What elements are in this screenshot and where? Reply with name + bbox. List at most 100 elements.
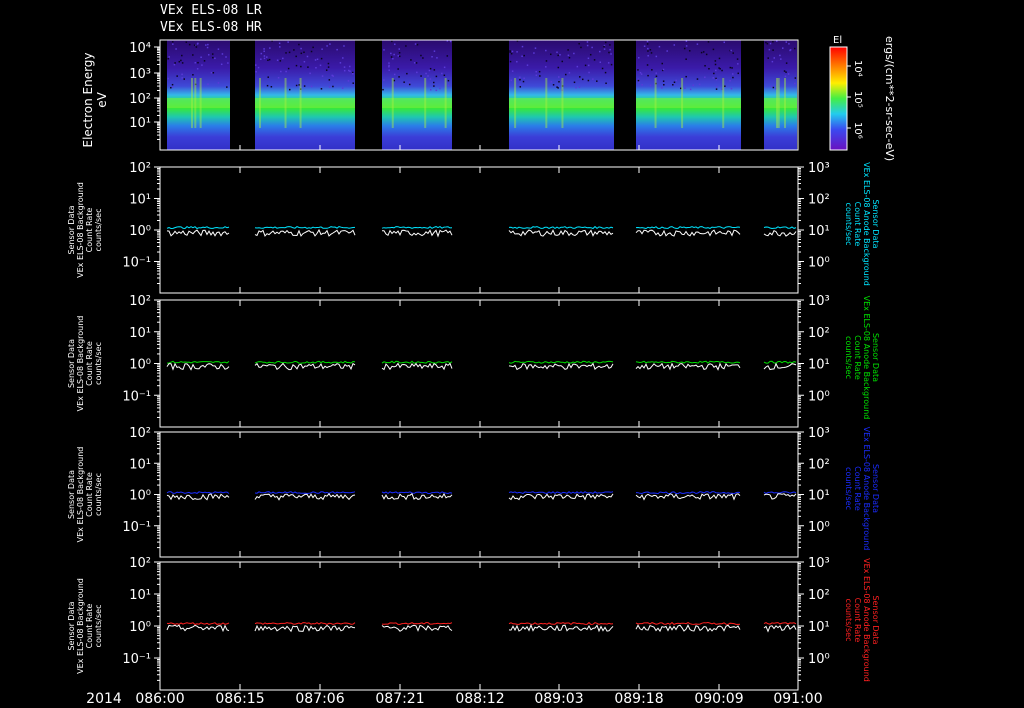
series-line-4-1 xyxy=(635,624,741,633)
colorbar-tick-label: 10⁴ xyxy=(852,60,863,77)
spectrogram-pixel xyxy=(603,45,605,48)
spectrogram-pixel xyxy=(310,85,313,88)
spectrogram-pixel xyxy=(675,79,677,82)
panel-right-tick-label: 10⁰ xyxy=(808,652,830,667)
spectrogram-pixel xyxy=(715,78,718,81)
spectrogram-pixel xyxy=(732,52,734,54)
spectrogram-pixel xyxy=(510,52,513,55)
spectrogram-pixel xyxy=(393,73,396,76)
series-line-1-0 xyxy=(166,225,230,230)
spectrogram-peak-band xyxy=(167,98,230,108)
spectrogram-pixel xyxy=(704,64,706,67)
panel-right-ylabel: Sensor Data xyxy=(871,333,880,382)
panel-right-tick-label: 10¹ xyxy=(808,358,830,373)
spectrogram-pixel xyxy=(314,59,317,61)
spectrogram-pixel xyxy=(647,55,649,57)
spectrogram-pixel xyxy=(685,58,687,60)
series-line-2-0 xyxy=(508,360,614,364)
spectrogram-pixel xyxy=(217,82,220,84)
spectrogram-pixel xyxy=(388,69,390,71)
panel-left-ylabel: Count Rate xyxy=(85,341,94,386)
spectrogram-pixel xyxy=(435,89,438,92)
spectrogram-pixel xyxy=(794,77,797,79)
spectrogram-pixel xyxy=(325,69,328,71)
spectrogram-pixel xyxy=(225,56,227,58)
series-line-4-0 xyxy=(635,621,741,625)
spectrogram-pixel xyxy=(550,81,553,83)
spectrogram-pixel xyxy=(689,88,692,91)
spectrogram-pixel xyxy=(178,60,181,63)
panel-right-tick-label: 10¹ xyxy=(808,224,830,239)
spectrogram-segment xyxy=(167,40,230,150)
spectrogram-pixel xyxy=(397,55,400,57)
spectrogram-pixel xyxy=(171,86,174,88)
spectrogram-pixel xyxy=(332,85,334,88)
spectrogram-pixel xyxy=(339,62,342,64)
spectrogram-pixel xyxy=(526,64,529,66)
spectrogram-pixel xyxy=(646,40,649,43)
spectrogram-pixel xyxy=(523,54,525,57)
spectrogram-pixel xyxy=(661,87,663,89)
spectrogram-pixel xyxy=(303,60,306,63)
spectrogram-pixel xyxy=(176,75,178,77)
spectrogram-pixel xyxy=(349,65,351,68)
spectrogram-pixel xyxy=(414,43,417,45)
spectrogram-pixel xyxy=(773,57,776,59)
spectrogram-pixel xyxy=(661,62,663,65)
panel-right-ylabel: counts/sec xyxy=(844,203,853,246)
spectrogram-pixel xyxy=(203,60,206,62)
spectrogram-pixel xyxy=(557,76,560,78)
series-line-1-0 xyxy=(381,226,453,229)
spectrogram-pixel xyxy=(429,67,432,70)
time-axis-tick-label: 086:15 xyxy=(215,691,264,707)
spectrogram-pixel xyxy=(212,72,215,74)
spectrogram-pixel xyxy=(307,66,309,68)
series-line-2-1 xyxy=(763,362,797,371)
series-line-3-1 xyxy=(508,493,614,501)
spectrogram-pixel xyxy=(167,57,169,60)
spectrogram-pixel xyxy=(729,80,731,82)
panel-right-tick-label: 10³ xyxy=(808,556,830,571)
spectrogram-pixel xyxy=(425,72,427,75)
panel-right-ylabel: counts/sec xyxy=(844,599,853,642)
spectrogram-pixel xyxy=(712,48,715,51)
spectrogram-pixel xyxy=(702,51,705,53)
panel-left-tick-label: 10² xyxy=(129,294,151,309)
spectrogram-ytick-label: 10¹ xyxy=(129,116,151,131)
spectrogram-pixel xyxy=(558,80,560,83)
spectrogram-ytick-label: 10² xyxy=(129,92,151,107)
spectrogram-pixel xyxy=(343,45,345,47)
panel-left-ylabel: counts/sec xyxy=(94,605,103,648)
spectrogram-pixel xyxy=(568,57,571,59)
series-line-2-1 xyxy=(254,362,356,371)
spectrogram-pixel xyxy=(580,46,582,49)
spectrogram-pixel xyxy=(306,55,309,58)
spectrogram-pixel xyxy=(295,64,298,67)
spectrogram-pixel xyxy=(447,84,450,87)
spectrogram-streak xyxy=(654,78,657,128)
series-line-3-1 xyxy=(763,493,797,500)
panel-left-tick-label: 10⁰ xyxy=(129,224,151,239)
panel-frame xyxy=(159,166,799,294)
spectrogram-pixel xyxy=(587,79,590,82)
spectrogram-pixel xyxy=(197,61,199,64)
series-line-1-1 xyxy=(254,228,356,237)
spectrogram-pixel xyxy=(705,53,708,56)
spectrogram-pixel xyxy=(393,53,395,56)
spectrogram-pixel xyxy=(647,74,649,77)
spectrogram-pixel xyxy=(227,62,229,64)
spectrogram-streak xyxy=(299,78,302,128)
spectrogram-pixel xyxy=(181,62,184,64)
spectrogram-pixel xyxy=(776,40,778,42)
spectrogram-pixel xyxy=(449,40,452,43)
spectrogram-pixel xyxy=(168,56,170,58)
spectrogram-pixel xyxy=(673,81,676,84)
panel-left-tick-label: 10² xyxy=(129,426,151,441)
panel-left-tick-label: 10¹ xyxy=(129,326,151,341)
spectrogram-pixel xyxy=(315,67,317,69)
spectrogram-pixel xyxy=(398,48,400,50)
panel-left-ylabel: VEx ELS-08 Background xyxy=(76,182,85,278)
spectrogram-pixel xyxy=(712,77,714,79)
spectrogram-pixel xyxy=(766,42,769,45)
spectrogram-pixel xyxy=(393,79,396,82)
